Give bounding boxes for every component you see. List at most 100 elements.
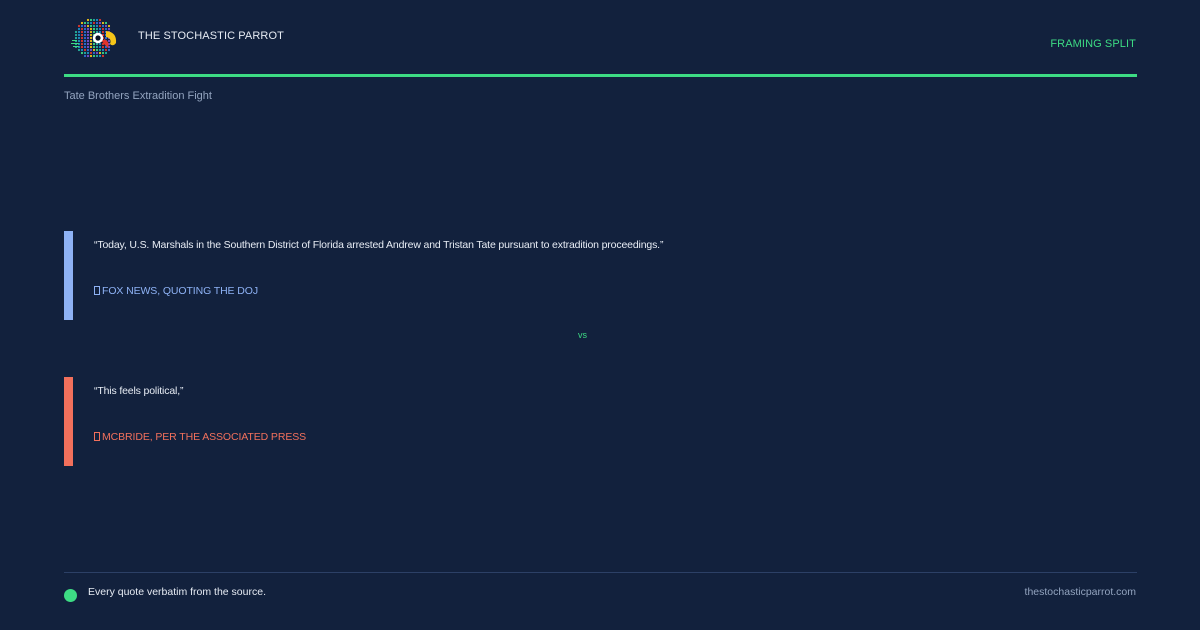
logo-dot xyxy=(77,33,81,37)
logo-dot xyxy=(80,27,84,31)
logo-dot xyxy=(80,24,84,28)
logo-dot xyxy=(77,36,81,40)
logo-dot xyxy=(89,21,93,25)
logo-dot xyxy=(95,48,99,52)
framing-split-label: FRAMING SPLIT xyxy=(1050,38,1136,50)
logo-dot xyxy=(89,48,93,52)
logo-dot xyxy=(95,54,99,58)
header-divider xyxy=(64,74,1137,77)
logo-dot xyxy=(98,48,102,52)
logo-dot xyxy=(77,30,81,34)
logo-dot xyxy=(98,18,102,22)
footer-note: Every quote verbatim from the source. xyxy=(88,586,266,598)
logo-dot xyxy=(83,24,87,28)
quote-card-fox: “Today, U.S. Marshals in the Southern Di… xyxy=(64,231,1137,320)
logo-dot xyxy=(95,45,99,49)
logo-dot xyxy=(83,42,87,46)
logo-dot xyxy=(92,51,96,55)
logo-dot xyxy=(86,27,90,31)
logo-dot xyxy=(101,24,105,28)
logo-dot xyxy=(89,24,93,28)
logo-dot xyxy=(98,45,102,49)
logo-dot xyxy=(104,51,108,55)
logo-dot xyxy=(74,30,78,34)
versus-label: vs xyxy=(578,330,587,340)
logo-dot xyxy=(86,54,90,58)
logo-dot xyxy=(86,45,90,49)
logo-dot xyxy=(83,54,87,58)
logo-dot xyxy=(95,21,99,25)
logo-dot xyxy=(98,21,102,25)
logo-dot xyxy=(89,30,93,34)
logo-dot xyxy=(92,18,96,22)
logo-dot xyxy=(86,18,90,22)
logo-dot xyxy=(95,18,99,22)
logo-dot xyxy=(86,51,90,55)
logo-dot xyxy=(98,51,102,55)
logo-dot xyxy=(86,42,90,46)
quote-accent-bar xyxy=(64,377,73,466)
attribution-label: MCBRIDE, PER THE ASSOCIATED PRESS xyxy=(102,431,307,443)
site-link[interactable]: thestochasticparrot.com xyxy=(1025,586,1136,598)
logo-dot xyxy=(80,30,84,34)
logo-dot xyxy=(92,48,96,52)
logo-dot xyxy=(86,36,90,40)
logo-dot xyxy=(104,36,108,40)
logo-dot xyxy=(89,54,93,58)
logo-dot xyxy=(92,21,96,25)
brand-name: THE STOCHASTIC PARROT xyxy=(138,30,284,42)
logo-dot xyxy=(83,30,87,34)
logo-dot xyxy=(86,39,90,43)
logo-dot xyxy=(83,36,87,40)
logo-dot xyxy=(80,33,84,37)
quote-attribution: FOX NEWS, QUOTING THE DOJ xyxy=(94,285,258,297)
logo-dot xyxy=(80,42,84,46)
logo-dot xyxy=(98,27,102,31)
logo-dot xyxy=(89,42,93,46)
missing-glyph-icon xyxy=(94,432,100,441)
logo-dot xyxy=(83,48,87,52)
status-dot-icon xyxy=(64,589,77,602)
logo-dot xyxy=(83,45,87,49)
logo-dot xyxy=(107,48,111,52)
logo-dot xyxy=(95,27,99,31)
story-title: Tate Brothers Extradition Fight xyxy=(64,90,212,102)
logo-dot xyxy=(101,21,105,25)
logo-dot xyxy=(83,39,87,43)
logo-dot xyxy=(86,33,90,37)
logo-dot xyxy=(104,48,108,52)
logo-dot xyxy=(98,54,102,58)
page: THE STOCHASTIC PARROT FRAMING SPLIT Tate… xyxy=(0,0,1200,630)
logo-dot xyxy=(92,54,96,58)
logo-dot xyxy=(83,33,87,37)
logo-dot xyxy=(89,33,93,37)
logo-dot xyxy=(80,45,84,49)
parrot-logo-icon xyxy=(71,18,117,58)
logo-dot xyxy=(101,51,105,55)
logo-dot xyxy=(77,39,81,43)
logo-dot xyxy=(83,51,87,55)
logo-dot xyxy=(83,27,87,31)
logo-dot xyxy=(107,39,111,43)
quote-attribution: MCBRIDE, PER THE ASSOCIATED PRESS xyxy=(94,431,306,443)
logo-dot xyxy=(77,27,81,31)
quote-accent-bar xyxy=(64,231,73,320)
logo-dot xyxy=(83,21,87,25)
missing-glyph-icon xyxy=(94,286,100,295)
logo-dot xyxy=(95,30,99,34)
logo-dot xyxy=(101,30,105,34)
logo-dot xyxy=(95,24,99,28)
logo-dot xyxy=(95,42,99,46)
logo-dot xyxy=(101,48,105,52)
logo-dot xyxy=(74,33,78,37)
quote-card-ap: “This feels political,” MCBRIDE, PER THE… xyxy=(64,377,1137,466)
logo-dot xyxy=(77,48,81,52)
logo-dot xyxy=(80,21,84,25)
logo-dot xyxy=(98,24,102,28)
logo-dot xyxy=(86,24,90,28)
logo-dot xyxy=(92,42,96,46)
logo-dot xyxy=(98,30,102,34)
footer-divider xyxy=(64,572,1137,573)
logo-dot xyxy=(89,18,93,22)
logo-dot xyxy=(107,27,111,31)
